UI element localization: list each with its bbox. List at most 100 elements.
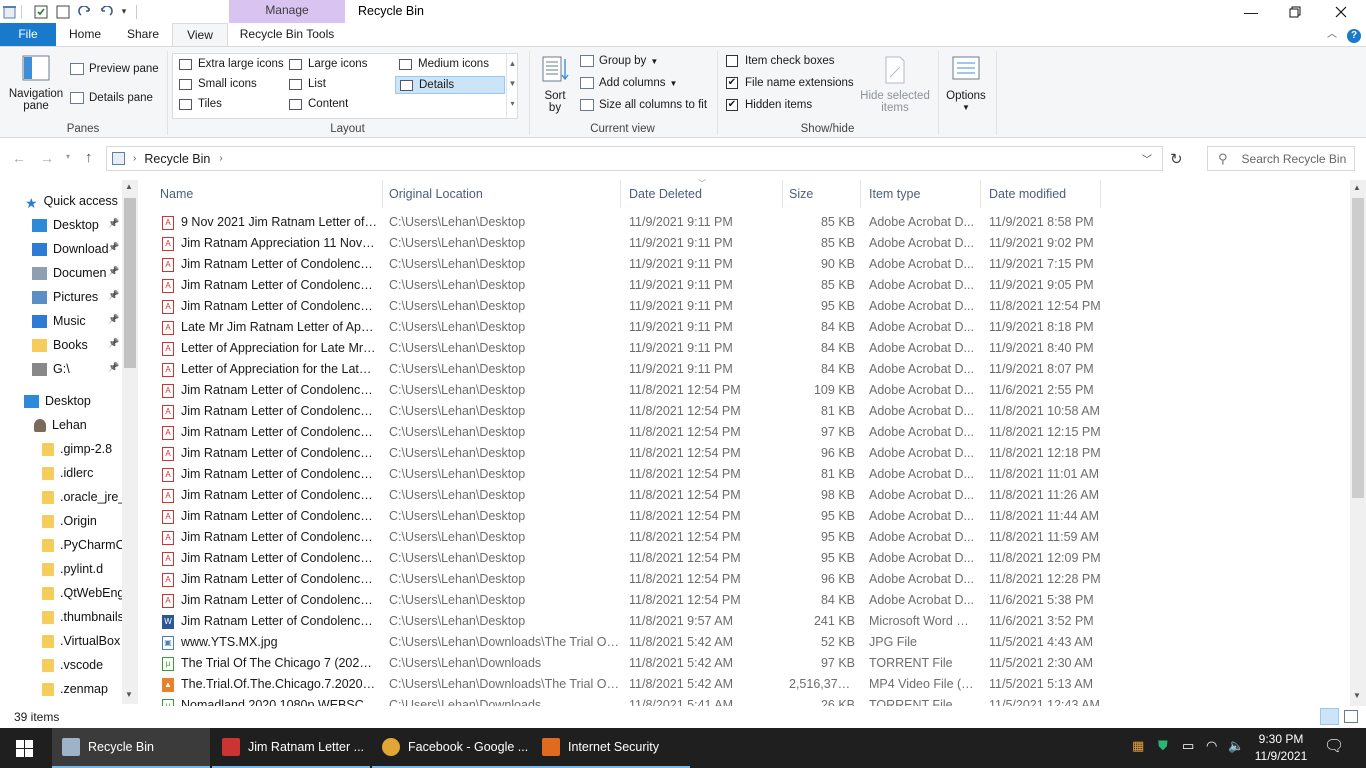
breadcrumb-recycle-bin[interactable]: Recycle Bin bbox=[144, 152, 210, 166]
taskbar-app[interactable]: Facebook - Google ... bbox=[372, 728, 532, 768]
redo-icon[interactable] bbox=[77, 3, 93, 20]
forward-arrow-icon[interactable]: → bbox=[40, 150, 54, 166]
layout-details[interactable]: Details bbox=[395, 76, 505, 94]
tab-share[interactable]: Share bbox=[118, 23, 168, 46]
nav-folder[interactable]: .QtWebEng bbox=[42, 582, 124, 604]
table-row[interactable]: A 9 Nov 2021 Jim Ratnam Letter of A... C:\… bbox=[148, 212, 1348, 233]
nav-scrollbar[interactable]: ▲ ▼ bbox=[122, 180, 138, 704]
table-row[interactable]: A Jim Ratnam Letter of Condolences ... C:\… bbox=[148, 527, 1348, 548]
table-row[interactable]: ▲ The.Trial.Of.The.Chicago.7.2020.108... C… bbox=[148, 674, 1348, 695]
layout-gallery-scroll[interactable]: ▲ ▼ ▾ bbox=[506, 54, 518, 118]
column-date-modified[interactable]: Date modified bbox=[981, 180, 1101, 208]
layout-large-icons[interactable]: Large icons bbox=[289, 58, 367, 70]
recent-locations-chevron-icon[interactable]: ▾ bbox=[66, 152, 70, 161]
nav-item[interactable]: Pictures bbox=[32, 286, 98, 308]
recycle-bin-icon[interactable] bbox=[2, 3, 16, 20]
nav-item[interactable]: Documen bbox=[32, 262, 107, 284]
taskbar-app[interactable]: Recycle Bin bbox=[52, 728, 210, 768]
table-row[interactable]: A Jim Ratnam Letter of Condolence.... C:\U… bbox=[148, 254, 1348, 275]
nav-folder[interactable]: .gimp-2.8 bbox=[42, 438, 112, 460]
wifi-icon[interactable]: ◠ bbox=[1206, 738, 1217, 754]
close-button[interactable] bbox=[1318, 0, 1364, 23]
options-button[interactable]: Options ▼ bbox=[940, 55, 992, 114]
tray-app-icon[interactable]: ▦ bbox=[1132, 738, 1144, 754]
scroll-up-icon[interactable]: ▲ bbox=[1353, 183, 1361, 192]
nav-folder[interactable]: .VirtualBox bbox=[42, 630, 120, 652]
table-row[interactable]: A Jim Ratnam Letter of Condolences ... C:\… bbox=[148, 275, 1348, 296]
restore-button[interactable] bbox=[1272, 0, 1318, 23]
large-icons-view-toggle-icon[interactable] bbox=[1344, 710, 1358, 723]
table-row[interactable]: µ Nomadland.2020.1080p.WEBSCR.D... C:\User… bbox=[148, 695, 1348, 706]
file-name-extensions-checkbox[interactable]: ✔ File name extensions bbox=[726, 77, 854, 89]
nav-folder[interactable]: .PyCharmC bbox=[42, 534, 125, 556]
breadcrumb-chevron-icon[interactable]: › bbox=[219, 153, 222, 164]
nav-quick-access[interactable]: ★ Quick access bbox=[25, 190, 118, 212]
table-row[interactable]: A Jim Ratnam Letter of Condolences ... C:\… bbox=[148, 485, 1348, 506]
refresh-icon[interactable]: ↻ bbox=[1170, 150, 1183, 168]
nav-folder[interactable]: .zenmap bbox=[42, 678, 108, 700]
nav-scrollbar-thumb[interactable] bbox=[124, 198, 136, 368]
collapse-ribbon-chevron-icon[interactable]: ︿ bbox=[1322, 23, 1342, 46]
address-bar[interactable]: › Recycle Bin › ﹀ bbox=[106, 146, 1163, 171]
column-size[interactable]: Size bbox=[781, 180, 861, 208]
table-row[interactable]: A Jim Ratnam Letter of Condolences.... C:\… bbox=[148, 380, 1348, 401]
table-row[interactable]: µ The Trial Of The Chicago 7 (2020) [1...… bbox=[148, 653, 1348, 674]
column-name[interactable]: Name bbox=[152, 180, 383, 208]
navigation-pane-button[interactable]: Navigation pane bbox=[6, 55, 66, 112]
table-row[interactable]: A Jim Ratnam Letter of Condolences.... C:\… bbox=[148, 296, 1348, 317]
hidden-items-checkbox[interactable]: ✔ Hidden items bbox=[726, 99, 812, 111]
pin-icon[interactable]: 📌 bbox=[108, 242, 119, 253]
group-by-button[interactable]: Group by ▼ bbox=[580, 55, 658, 67]
nav-folder[interactable]: .idlerc bbox=[42, 462, 93, 484]
size-all-columns-button[interactable]: Size all columns to fit bbox=[580, 99, 707, 111]
nav-folder[interactable]: .vscode bbox=[42, 654, 103, 676]
volume-muted-icon[interactable]: 🔈 bbox=[1228, 738, 1244, 754]
layout-extra-large-icons[interactable]: Extra large icons bbox=[179, 58, 284, 70]
table-row[interactable]: ▣ www.YTS.MX.jpg C:\Users\Lehan\Downloads\… bbox=[148, 632, 1348, 653]
tab-home[interactable]: Home bbox=[60, 23, 110, 46]
file-list-scrollbar[interactable]: ▲ ▼ bbox=[1350, 180, 1366, 706]
nav-folder[interactable]: .Origin bbox=[42, 510, 97, 532]
pin-icon[interactable]: 📌 bbox=[108, 314, 119, 325]
hide-selected-items-button[interactable]: Hide selected items bbox=[858, 55, 932, 114]
table-row[interactable]: A Jim Ratnam Letter of Condolences ... C:\… bbox=[148, 464, 1348, 485]
layout-tiles[interactable]: Tiles bbox=[179, 98, 222, 110]
file-list-scrollbar-thumb[interactable] bbox=[1352, 198, 1364, 498]
scroll-down-icon[interactable]: ▼ bbox=[125, 690, 133, 699]
nav-user-lehan[interactable]: Lehan bbox=[34, 414, 87, 436]
table-row[interactable]: A Late Mr Jim Ratnam Letter of Appr... C:\… bbox=[148, 317, 1348, 338]
security-shield-icon[interactable]: ⛊ bbox=[1158, 738, 1168, 754]
battery-icon[interactable]: ▭ bbox=[1182, 738, 1194, 754]
start-button[interactable] bbox=[0, 728, 48, 768]
undo-icon[interactable] bbox=[98, 3, 114, 20]
notifications-icon[interactable]: 🗨 bbox=[1324, 736, 1344, 756]
tab-recycle-bin-tools[interactable]: Recycle Bin Tools bbox=[229, 23, 345, 46]
column-original-location[interactable]: Original Location bbox=[381, 180, 621, 208]
pin-icon[interactable]: 📌 bbox=[108, 338, 119, 349]
layout-content[interactable]: Content bbox=[289, 98, 348, 110]
layout-list[interactable]: List bbox=[289, 78, 326, 90]
layout-small-icons[interactable]: Small icons bbox=[179, 78, 257, 90]
details-pane-button[interactable]: Details pane bbox=[70, 92, 153, 104]
nav-item[interactable]: G:\ bbox=[32, 358, 70, 380]
pin-icon[interactable]: 📌 bbox=[108, 290, 119, 301]
scroll-up-icon[interactable]: ▲ bbox=[125, 182, 133, 191]
table-row[interactable]: A Jim Ratnam Appreciation 11 Nov 2... C:\U… bbox=[148, 233, 1348, 254]
address-dropdown-icon[interactable]: ﹀ bbox=[1142, 151, 1152, 166]
item-check-boxes-checkbox[interactable]: Item check boxes bbox=[726, 55, 834, 67]
table-row[interactable]: A Jim Ratnam Letter of Condolences ... C:\… bbox=[148, 548, 1348, 569]
nav-item[interactable]: Download bbox=[32, 238, 109, 260]
search-box[interactable]: ⚲ Search Recycle Bin bbox=[1207, 146, 1355, 171]
up-arrow-icon[interactable]: ↑ bbox=[85, 149, 93, 166]
nav-folder[interactable]: .thumbnails bbox=[42, 606, 124, 628]
column-item-type[interactable]: Item type bbox=[861, 180, 981, 208]
properties-icon[interactable] bbox=[33, 3, 49, 20]
add-columns-button[interactable]: Add columns ▼ bbox=[580, 77, 677, 89]
minimize-button[interactable]: — bbox=[1228, 0, 1274, 23]
manage-context-tab[interactable]: Manage bbox=[229, 0, 345, 23]
nav-folder[interactable]: .pylint.d bbox=[42, 558, 103, 580]
table-row[interactable]: A Jim Ratnam Letter of Condolences ... C:\… bbox=[148, 590, 1348, 611]
new-folder-icon[interactable] bbox=[55, 3, 71, 20]
pin-icon[interactable]: 📌 bbox=[108, 266, 119, 277]
table-row[interactable]: A Jim Ratnam Letter of Condolences ... C:\… bbox=[148, 506, 1348, 527]
